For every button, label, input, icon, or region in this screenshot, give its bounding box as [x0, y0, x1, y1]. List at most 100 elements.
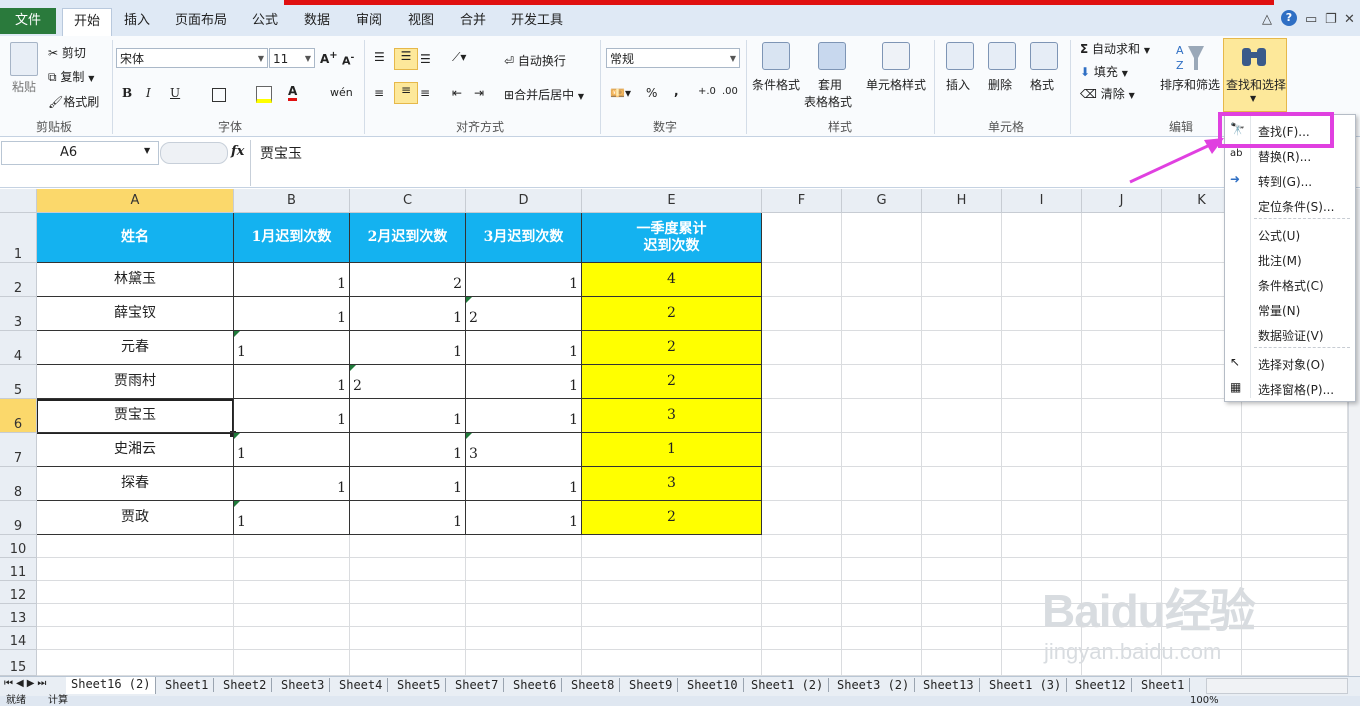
count-cell[interactable]: 1: [350, 501, 466, 535]
grid-cell[interactable]: [350, 535, 466, 558]
column-header-h[interactable]: H: [922, 189, 1002, 213]
grid-cell[interactable]: [1082, 365, 1162, 399]
grid-cell[interactable]: [1002, 297, 1082, 331]
column-header-e[interactable]: E: [582, 189, 762, 213]
wrap-text-button[interactable]: ⏎ 自动换行: [504, 52, 566, 69]
grid-cell[interactable]: [234, 627, 350, 650]
font-name-select[interactable]: 宋体 ▼: [116, 48, 268, 68]
menu-item-find[interactable]: 查找(F)...: [1258, 123, 1310, 140]
table-header-cell[interactable]: 一季度累计 迟到次数: [582, 213, 762, 263]
sheet-tab[interactable]: Sheet3 (2): [832, 678, 916, 692]
grid-cell[interactable]: [922, 433, 1002, 467]
grid-cell[interactable]: [922, 627, 1002, 650]
table-header-cell[interactable]: 2月迟到次数: [350, 213, 466, 263]
count-cell[interactable]: 1: [466, 263, 582, 297]
grid-cell[interactable]: [37, 581, 234, 604]
font-size-select[interactable]: 11 ▼: [269, 48, 315, 68]
grid-cell[interactable]: [234, 650, 350, 676]
grid-cell[interactable]: [762, 263, 842, 297]
count-cell[interactable]: 1: [234, 331, 350, 365]
name-cell[interactable]: 贾宝玉: [37, 399, 234, 433]
column-header-j[interactable]: J: [1082, 189, 1162, 213]
sheet-tab[interactable]: Sheet10: [682, 678, 744, 692]
grid-cell[interactable]: [1242, 467, 1348, 501]
cut-button[interactable]: ✂ 剪切: [48, 44, 86, 61]
delete-cells-icon[interactable]: [988, 42, 1016, 70]
row-header-13[interactable]: 13: [0, 604, 37, 627]
paste-button[interactable]: 粘贴: [12, 78, 36, 95]
row-header-4[interactable]: 4: [0, 331, 37, 365]
row-header-8[interactable]: 8: [0, 467, 37, 501]
row-header-12[interactable]: 12: [0, 581, 37, 604]
grid-cell[interactable]: [1242, 399, 1348, 433]
grid-cell[interactable]: [762, 213, 842, 263]
count-cell[interactable]: 1: [466, 501, 582, 535]
autosum-button[interactable]: Σ 自动求和 ▼: [1080, 40, 1150, 57]
tab-view[interactable]: 视图: [398, 8, 444, 34]
count-cell[interactable]: 1: [466, 467, 582, 501]
sheet-tab[interactable]: Sheet6: [508, 678, 563, 692]
grid-cell[interactable]: [1082, 467, 1162, 501]
number-format-select[interactable]: 常规 ▼: [606, 48, 740, 68]
grid-cell[interactable]: [37, 535, 234, 558]
conditional-format-icon[interactable]: [762, 42, 790, 70]
menu-item-goto-special[interactable]: 定位条件(S)...: [1258, 198, 1334, 215]
underline-button[interactable]: U: [170, 86, 180, 100]
total-cell[interactable]: 3: [582, 399, 762, 433]
cell-styles-icon[interactable]: [882, 42, 910, 70]
count-cell[interactable]: 2: [350, 263, 466, 297]
tab-developer[interactable]: 开发工具: [504, 8, 570, 34]
column-header-a[interactable]: A: [37, 189, 234, 213]
orientation-icon[interactable]: ⟋▾: [452, 50, 466, 65]
align-left-icon[interactable]: ≡: [374, 86, 384, 100]
column-header-g[interactable]: G: [842, 189, 922, 213]
tab-review[interactable]: 审阅: [346, 8, 392, 34]
grid-cell[interactable]: [842, 365, 922, 399]
row-header-9[interactable]: 9: [0, 501, 37, 535]
row-header-3[interactable]: 3: [0, 297, 37, 331]
grid-cell[interactable]: [1082, 581, 1162, 604]
minimize-icon[interactable]: ▭: [1305, 12, 1317, 27]
grid-cell[interactable]: [842, 627, 922, 650]
sheet-tab[interactable]: Sheet9: [624, 678, 679, 692]
grid-cell[interactable]: [1082, 650, 1162, 676]
grid-cell[interactable]: [1162, 627, 1242, 650]
column-header-b[interactable]: B: [234, 189, 350, 213]
grid-cell[interactable]: [234, 535, 350, 558]
grid-cell[interactable]: [1242, 433, 1348, 467]
currency-icon[interactable]: 💴▾: [610, 86, 631, 100]
grid-cell[interactable]: [1162, 467, 1242, 501]
sheet-tab[interactable]: Sheet3: [276, 678, 331, 692]
count-cell[interactable]: 1: [350, 399, 466, 433]
grid-cell[interactable]: [1242, 650, 1348, 676]
grid-cell[interactable]: [762, 365, 842, 399]
count-cell[interactable]: 1: [350, 467, 466, 501]
align-right-icon[interactable]: ≡: [420, 86, 430, 100]
grid-cell[interactable]: [234, 581, 350, 604]
sheet-tab[interactable]: Sheet1 (3): [984, 678, 1068, 692]
grid-cell[interactable]: [762, 581, 842, 604]
menu-item-data-validation[interactable]: 数据验证(V): [1258, 327, 1324, 344]
row-header-6[interactable]: 6: [0, 399, 37, 433]
sheet-tab[interactable]: Sheet1: [160, 678, 215, 692]
count-cell[interactable]: 1: [234, 297, 350, 331]
grid-cell[interactable]: [922, 213, 1002, 263]
increase-decimal-icon[interactable]: +.0: [698, 86, 716, 97]
total-cell[interactable]: 2: [582, 297, 762, 331]
count-cell[interactable]: 1: [466, 399, 582, 433]
count-cell[interactable]: 1: [234, 365, 350, 399]
grid-cell[interactable]: [1002, 535, 1082, 558]
grid-cell[interactable]: [922, 365, 1002, 399]
grid-cell[interactable]: [1082, 501, 1162, 535]
format-painter-button[interactable]: 🖌格式刷: [48, 93, 99, 110]
phonetic-icon[interactable]: wén: [330, 86, 353, 99]
tab-merge[interactable]: 合并: [450, 8, 496, 34]
grid-cell[interactable]: [762, 467, 842, 501]
grid-cell[interactable]: [1242, 627, 1348, 650]
total-cell[interactable]: 4: [582, 263, 762, 297]
insert-cells-button[interactable]: 插入: [946, 76, 970, 93]
grid-cell[interactable]: [1082, 213, 1162, 263]
grid-cell[interactable]: [1082, 297, 1162, 331]
tab-data[interactable]: 数据: [294, 8, 340, 34]
grid-cell[interactable]: [582, 650, 762, 676]
